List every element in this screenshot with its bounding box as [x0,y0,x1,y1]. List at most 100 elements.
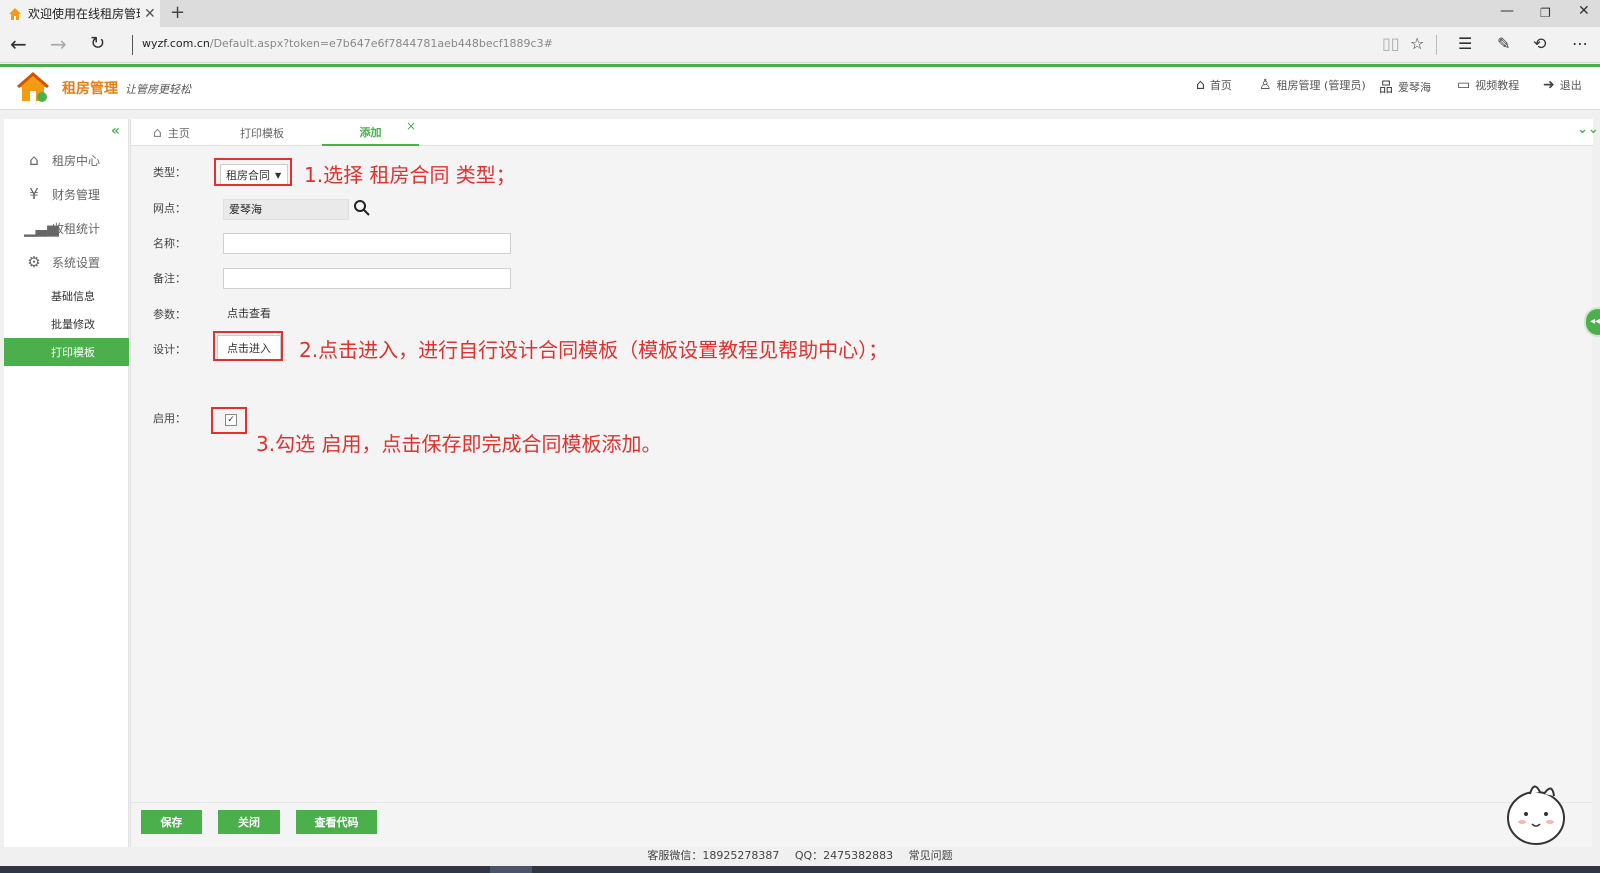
tab-add-label: 添加 [359,125,382,139]
reload-icon[interactable]: ↻ [90,33,105,55]
faq-link[interactable]: 常见问题 [909,849,953,862]
window-close-icon[interactable]: ✕ [1578,3,1590,19]
highlight-box-type [214,158,292,186]
url-host: wyzf.com.cn [142,37,210,50]
sidebar-item-label: 财务管理 [52,187,101,202]
minimize-icon[interactable]: — [1500,3,1514,19]
view-code-button[interactable]: 查看代码 [296,810,377,834]
web-note-icon[interactable]: ✎ [1497,34,1510,53]
sidebar-subitem-label: 打印模板 [51,346,95,359]
exit-icon: ➜ [1543,77,1555,93]
toolbar-separator [1436,35,1437,55]
main-panel: ⌂ 主页 打印模板 添加 × ⌄⌄ 类型： 租房合同 ▼ 1.选择 租房合同 类… [130,119,1599,847]
browser-tab-title: 欢迎使用在线租房管理 [28,7,140,21]
tab-add[interactable]: 添加 [322,119,419,146]
wechat-contact: 客服微信：18925278387 [647,849,780,862]
design-label: 设计： [153,343,186,356]
name-field[interactable] [223,233,511,254]
taskbar-active-app[interactable] [490,866,532,873]
save-button[interactable]: 保存 [141,810,202,834]
back-arrow-icon[interactable]: ← [10,33,27,55]
more-icon[interactable]: ⋯ [1572,34,1588,53]
search-icon[interactable] [353,199,371,217]
header-nav-home-label: 首页 [1209,79,1232,92]
annotation-step1: 1.选择 租房合同 类型； [304,163,516,187]
gear-icon: ⚙ [27,253,41,271]
tab-home[interactable]: ⌂ 主页 [153,119,190,146]
sidebar-subitem-label: 批量修改 [51,318,95,331]
header-nav-home[interactable]: ⌂ 首页 [1196,77,1232,93]
params-view-link[interactable]: 点击查看 [227,305,271,321]
header-nav-branch-label: 爱琴海 [1398,81,1431,94]
new-tab-button[interactable]: + [170,2,185,23]
home-outline-icon: ⌂ [153,124,162,141]
url-field[interactable]: wyzf.com.cn/Default.aspx?token=e7b647e6f… [142,37,553,50]
header-nav-video[interactable]: ▭ 视频教程 [1457,77,1519,93]
restore-icon[interactable]: ❐ [1540,6,1551,20]
address-bar: ← → ↻ wyzf.com.cn/Default.aspx?token=e7b… [0,27,1600,63]
sidebar-subitem-print-template[interactable]: 打印模板 [4,338,129,366]
url-path: /Default.aspx?token=e7b647e6f7844781aeb4… [209,37,553,50]
header-nav-exit-label: 退出 [1559,79,1582,92]
form-footer: 保存 关闭 查看代码 [131,802,1593,847]
browser-tab-bar: 欢迎使用在线租房管理 ✕ + — ❐ ✕ [0,0,1600,27]
sidebar-subitem-basic-info[interactable]: 基础信息 [4,282,129,310]
remark-label: 备注： [153,272,186,285]
type-label: 类型： [153,166,186,179]
video-camera-icon: ▭ [1457,77,1471,93]
tab-print-template-label: 打印模板 [240,126,284,140]
remark-field[interactable] [223,268,511,289]
brand-slogan: 让管房更轻松 [125,83,191,96]
enable-label: 启用： [153,412,186,425]
reading-view-icon[interactable]: ▯▯ [1382,34,1400,53]
user-icon: ♙ [1259,77,1272,93]
os-taskbar [0,866,1600,873]
finance-icon: ¥ [29,185,39,203]
forward-arrow-icon[interactable]: → [50,33,67,55]
sidebar-subitem-label: 基础信息 [51,290,95,303]
sidebar-item-rental-center[interactable]: ⌂ 租房中心 [4,145,129,175]
qq-contact: QQ：2475382883 [794,849,894,862]
url-separator [132,35,133,55]
header-nav-exit[interactable]: ➜ 退出 [1543,77,1582,93]
annotation-step2: 2.点击进入，进行自行设计合同模板（模板设置教程见帮助中心）； [299,338,889,362]
share-icon[interactable]: ⟲ [1533,34,1546,53]
logo-house-icon [17,72,49,102]
header-nav-user-label: 租房管理 (管理员) [1276,79,1366,92]
tab-close-icon[interactable]: × [406,119,416,133]
tab-home-label: 主页 [167,126,190,140]
branch-label: 网点： [153,202,186,215]
page-tabs: ⌂ 主页 打印模板 添加 × ⌄⌄ [131,119,1599,146]
header-nav-branch[interactable]: 品 爱琴海 [1379,77,1431,97]
header-nav-user[interactable]: ♙ 租房管理 (管理员) [1259,77,1366,93]
org-tree-icon: 品 [1379,80,1393,96]
home-icon: ⌂ [29,151,39,169]
sidebar-item-system-settings[interactable]: ⚙ 系统设置 [4,247,129,277]
favorite-star-icon[interactable]: ☆ [1410,34,1424,53]
sidebar: « ⌂ 租房中心 ¥ 财务管理 ▁▃▅ 收租统计 ⚙ 系统设置 基础信息 批量修… [4,119,129,847]
app-header: 租房管理 让管房更轻松 ⌂ 首页 ♙ 租房管理 (管理员) 品 爱琴海 ▭ 视频… [0,64,1600,110]
highlight-box-design [213,331,283,361]
sidebar-subitem-batch-edit[interactable]: 批量修改 [4,310,129,338]
bottom-info-bar: 客服微信：18925278387 QQ：2475382883 常见问题 [0,847,1600,866]
mascot-icon[interactable] [1504,778,1574,848]
annotation-step3: 3.勾选 启用，点击保存即完成合同模板添加。 [256,432,662,456]
browser-tab[interactable]: 欢迎使用在线租房管理 ✕ [0,0,160,27]
branch-field[interactable]: 爱琴海 [223,199,349,220]
sidebar-item-finance[interactable]: ¥ 财务管理 [4,179,129,209]
collapse-sidebar-icon[interactable]: « [111,123,120,139]
close-button[interactable]: 关闭 [218,810,280,834]
header-nav-video-label: 视频教程 [1475,79,1520,92]
name-label: 名称： [153,237,186,250]
sidebar-item-rent-stats[interactable]: ▁▃▅ 收租统计 [4,213,129,243]
sidebar-item-label: 收租统计 [52,221,101,236]
house-favicon-icon [9,7,21,20]
sidebar-item-label: 租房中心 [52,153,101,168]
brand-name: 租房管理 [62,80,118,96]
sidebar-item-label: 系统设置 [52,255,101,270]
params-label: 参数： [153,308,186,321]
tab-close-icon[interactable]: ✕ [144,6,156,22]
tab-print-template[interactable]: 打印模板 [240,119,284,146]
expand-chevron-icon[interactable]: ⌄⌄ [1577,122,1599,137]
hub-icon[interactable]: ☰ [1458,34,1472,53]
